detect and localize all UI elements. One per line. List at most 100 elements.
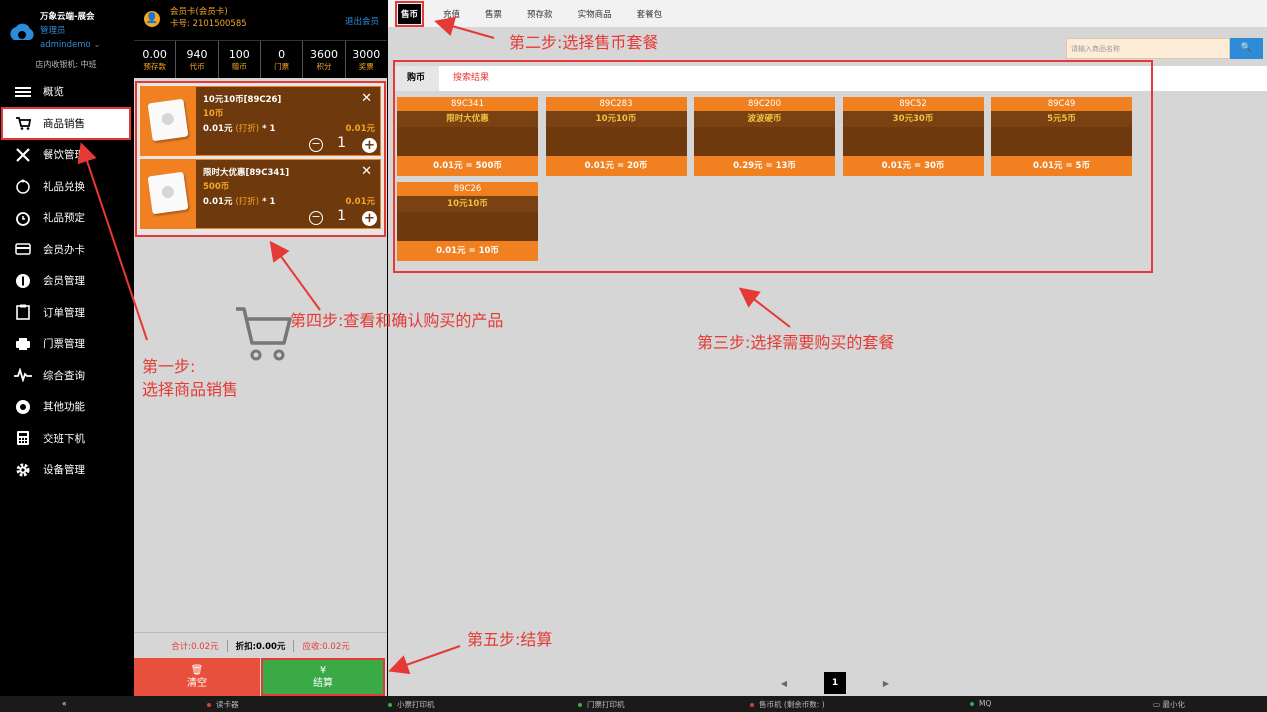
increase-quantity-button[interactable]: + <box>362 138 377 153</box>
product-search-input[interactable]: 请输入商品名称 <box>1066 38 1230 59</box>
coin-package-image <box>141 87 196 155</box>
brand-role: 管理员 <box>40 26 66 36</box>
user-menu[interactable]: admindemo ⌄ <box>40 38 101 52</box>
sidebar-item-12[interactable]: 设备管理 <box>0 454 132 486</box>
stat-1: 940 代币 <box>176 41 219 78</box>
prev-page-button[interactable]: ◀ <box>774 679 794 688</box>
product-price: 0.29元 = 13币 <box>694 156 835 176</box>
sidebar-item-label: 礼品预定 <box>43 212 85 225</box>
tab-3[interactable]: 预存款 <box>524 4 556 24</box>
sidebar-item-5[interactable]: 会员办卡 <box>0 234 132 266</box>
remove-item-close-icon[interactable]: ✕ <box>361 164 372 179</box>
tab-2[interactable]: 售票 <box>482 4 505 24</box>
sidebar-item-1[interactable]: 商品销售 <box>1 106 131 140</box>
product-card[interactable]: 89C26 10元10币 0.01元 = 10币 <box>397 182 538 261</box>
checkout-button[interactable]: ¥ 结算 <box>261 658 385 696</box>
gift-icon <box>14 178 32 194</box>
sidebar-item-label: 礼品兑换 <box>43 180 85 193</box>
decrease-quantity-button[interactable]: − <box>309 138 323 152</box>
clock-icon <box>14 210 32 226</box>
sidebar-item-6[interactable]: 会员管理 <box>0 265 132 297</box>
collapse-sidebar-button[interactable]: « <box>62 699 67 708</box>
stat-0: 0.00 预存款 <box>134 41 177 78</box>
minimize-button[interactable]: ▭ 最小化 <box>1153 699 1185 710</box>
sidebar-item-11[interactable]: 交班下机 <box>0 423 132 455</box>
status-dot-icon <box>388 703 392 707</box>
sidebar-item-8[interactable]: 门票管理 <box>0 328 132 360</box>
product-title: 5元5币 <box>991 111 1132 127</box>
product-price: 0.01元 = 5币 <box>991 156 1132 176</box>
stat-4: 3600 积分 <box>303 41 346 78</box>
current-page[interactable]: 1 <box>824 672 846 694</box>
sidebar-item-label: 餐饮管理 <box>43 149 85 162</box>
increase-quantity-button[interactable]: + <box>362 211 377 226</box>
sidebar-item-3[interactable]: 礼品兑换 <box>0 171 132 203</box>
cart-panel: 👤 会员卡(会员卡) 卡号: 2101500585 退出会员 0.00 预存款 94… <box>134 0 387 696</box>
tab-1[interactable]: 充值 <box>440 4 463 24</box>
category-tabs: 售币 充值 售票 预存款 实物商品 套餐包 <box>388 0 1267 27</box>
product-price: 0.01元 = 30币 <box>842 156 984 176</box>
stat-value: 100 <box>228 48 250 61</box>
stat-value: 3000 <box>352 48 381 61</box>
product-price: 0.01元 = 10币 <box>397 241 538 261</box>
remove-item-close-icon[interactable]: ✕ <box>361 91 372 106</box>
search-button[interactable]: 🔍 <box>1230 38 1263 59</box>
sidebar-item-9[interactable]: 综合查询 <box>0 360 132 392</box>
decrease-quantity-button[interactable]: − <box>309 211 323 225</box>
sidebar-item-0[interactable]: 概览 <box>0 76 132 108</box>
sidebar-item-10[interactable]: 其他功能 <box>0 391 132 423</box>
sidebar-item-label: 商品销售 <box>43 117 85 130</box>
sidebar-nav: 概览商品销售餐饮管理礼品兑换礼品预定会员办卡会员管理 订单管理门票管理综合查询 其他… <box>0 76 132 486</box>
coin-package-image <box>141 160 196 228</box>
product-code: 89C283 <box>545 97 687 111</box>
cart-icon <box>14 115 32 131</box>
annotation-step4: 第四步:查看和确认购买的产品 <box>290 311 504 330</box>
clipboard-icon <box>14 304 32 321</box>
next-page-button[interactable]: ▶ <box>876 679 896 688</box>
sidebar-item-4[interactable]: 礼品预定 <box>0 202 132 234</box>
status-dot-icon <box>207 703 211 707</box>
stat-value: 940 <box>186 48 208 61</box>
trash-icon: 🗑 <box>190 665 204 676</box>
sidebar-item-label: 门票管理 <box>43 338 85 351</box>
yen-icon: ¥ <box>319 665 327 676</box>
sidebar-item-label: 会员办卡 <box>43 243 85 256</box>
sidebar-item-7[interactable]: 订单管理 <box>0 297 132 329</box>
status-dot-icon <box>750 703 754 707</box>
product-card[interactable]: 89C52 30元30币 0.01元 = 30币 <box>842 97 984 176</box>
tab-5[interactable]: 套餐包 <box>634 4 666 24</box>
cart-item: 10元10币[89C26] 10币 0.01元 (打折) * 1 0.01元 ✕ −1 + <box>140 86 381 156</box>
sidebar: 万象云端-展会 管理员 admindemo ⌄ 店内收银机: 中班 概览 商品销售… <box>0 0 132 696</box>
utensils-icon <box>14 147 32 163</box>
clear-cart-button[interactable]: 🗑 清空 <box>134 658 260 696</box>
product-card[interactable]: 89C341 限时大优惠 0.01元 = 500币 <box>397 97 538 176</box>
stat-label: 赠币 <box>231 62 247 71</box>
product-card[interactable]: 89C283 10元10币 0.01元 = 20币 <box>545 97 687 176</box>
cart-item-total: 0.01元 <box>345 197 375 207</box>
annotation-step2: 第二步:选择售币套餐 <box>509 33 659 52</box>
card-icon <box>14 241 32 257</box>
product-code: 89C200 <box>694 97 835 111</box>
status-label: 售币机 (剩余币数: ) <box>759 700 825 709</box>
cart-item-coins: 500币 <box>203 182 230 192</box>
stat-label: 奖票 <box>358 62 374 71</box>
annotation-step1-line2: 选择商品销售 <box>142 380 239 399</box>
sidebar-item-2[interactable]: 餐饮管理 <box>0 139 132 171</box>
printer-icon <box>14 336 32 352</box>
minimize-label: 最小化 <box>1162 700 1185 709</box>
annotation-step5: 第五步:结算 <box>467 630 553 649</box>
product-card[interactable]: 89C49 5元5币 0.01元 = 5币 <box>991 97 1132 176</box>
logout-member-button[interactable]: 退出会员 <box>345 15 379 27</box>
stat-5: 3000 奖票 <box>346 41 387 78</box>
annotation-step3: 第三步:选择需要购买的套餐 <box>697 333 895 352</box>
status-dot-icon <box>970 702 974 706</box>
product-title: 10元10币 <box>545 111 687 127</box>
tab-4[interactable]: 实物商品 <box>575 4 615 24</box>
calculator-icon <box>14 430 32 446</box>
tab-0[interactable]: 售币 <box>394 0 425 27</box>
stat-label: 积分 <box>316 62 332 71</box>
product-card[interactable]: 89C200 波波硬币 0.29元 = 13币 <box>694 97 835 176</box>
sidebar-item-label: 设备管理 <box>43 464 85 477</box>
menu-icon <box>14 84 32 100</box>
status-item-4: MQ <box>970 699 991 708</box>
